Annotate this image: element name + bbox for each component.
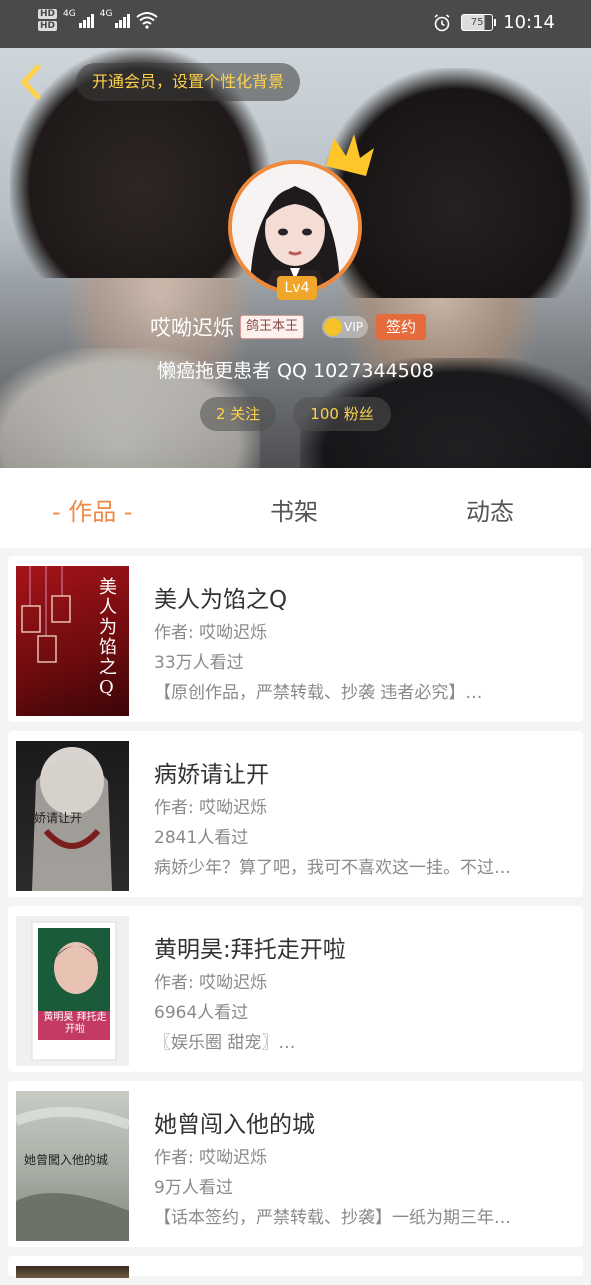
sign-badge: 签约 bbox=[376, 314, 427, 340]
book-views: 6964人看过 bbox=[154, 1003, 249, 1023]
alarm-icon bbox=[434, 13, 450, 31]
book-title: 她曾闯入他的城 bbox=[154, 1112, 315, 1138]
book-description: 〖娱乐圈 甜宠〗… bbox=[154, 1033, 296, 1053]
username: 哎呦迟烁 bbox=[150, 316, 234, 340]
list-item[interactable]: 她曾闖入他的城 她曾闯入他的城 作者: 哎呦迟烁 9万人看过 【话本签约，严禁转… bbox=[8, 1081, 583, 1247]
book-cover: 美人为馅之Q bbox=[16, 566, 129, 716]
book-author: 作者: 哎呦迟烁 bbox=[154, 1148, 268, 1168]
book-cover bbox=[16, 1266, 129, 1278]
book-views: 2841人看过 bbox=[154, 828, 249, 848]
hd-label-2: HD bbox=[38, 21, 58, 31]
chevron-left-icon bbox=[21, 64, 41, 100]
cover-title: 黄明昊 拜托走开啦 bbox=[43, 1012, 107, 1035]
bio: 懒癌拖更患者 QQ 1027344508 bbox=[157, 360, 434, 382]
tab-bar: - 作品 - 书架 动态 bbox=[0, 468, 591, 548]
book-cover: 病娇请让开 bbox=[16, 741, 129, 891]
status-left: HD HD 4G 4G bbox=[38, 9, 159, 31]
signal-icon-2 bbox=[115, 12, 131, 28]
list-item[interactable]: 美人为馅之Q 美人为馅之Q 作者: 哎呦迟烁 33万人看过 【原创作品，严禁转载… bbox=[8, 556, 583, 722]
network-type-2: 4G bbox=[99, 9, 113, 19]
list-item[interactable]: 黄明昊 拜托走开啦 黄明昊:拜托走开啦 作者: 哎呦迟烁 6964人看过 〖娱乐… bbox=[8, 906, 583, 1072]
book-description: 【原创作品，严禁转载、抄袭 违者必究】… bbox=[154, 683, 483, 703]
vip-background-button[interactable]: 开通会员，设置个性化背景 bbox=[76, 63, 301, 101]
list-item[interactable]: 病娇请让开 病娇请让开 作者: 哎呦迟烁 2841人看过 病娇少年？算了吧，我可… bbox=[8, 731, 583, 897]
title-badge: 鸽王本王 bbox=[240, 315, 305, 339]
book-author: 作者: 哎呦迟烁 bbox=[154, 798, 268, 818]
book-author: 作者: 哎呦迟烁 bbox=[154, 623, 268, 643]
book-views: 9万人看过 bbox=[154, 1178, 233, 1198]
avatar[interactable] bbox=[228, 134, 374, 294]
wifi-icon bbox=[136, 12, 159, 29]
book-list: 美人为馅之Q 美人为馅之Q 作者: 哎呦迟烁 33万人看过 【原创作品，严禁转载… bbox=[8, 556, 583, 1285]
battery-icon: 75 bbox=[461, 14, 497, 31]
level-badge: Lv4 bbox=[277, 276, 317, 300]
book-description: 病娇少年？算了吧，我可不喜欢这一挂。不过… bbox=[154, 858, 511, 878]
tab-news[interactable]: 动态 bbox=[466, 492, 514, 527]
list-item[interactable] bbox=[8, 1256, 583, 1278]
book-views: 33万人看过 bbox=[154, 653, 244, 673]
tab-works[interactable]: - 作品 - bbox=[52, 492, 133, 527]
book-title: 美人为馅之Q bbox=[154, 587, 288, 613]
cover-title: 病娇请让开 bbox=[22, 811, 83, 825]
crown-coin-icon bbox=[324, 318, 343, 336]
book-cover: 她曾闖入他的城 bbox=[16, 1091, 129, 1241]
book-description: 【话本签约，严禁转载、抄袭】一纸为期三年… bbox=[154, 1208, 511, 1228]
book-author: 作者: 哎呦迟烁 bbox=[154, 973, 268, 993]
cover-title: 美人为馅之Q bbox=[99, 577, 117, 698]
cover-title: 她曾闖入他的城 bbox=[24, 1153, 109, 1167]
vip-badge[interactable]: VIP bbox=[322, 316, 368, 338]
status-right: 75 10:14 bbox=[433, 12, 555, 33]
network-type-1: 4G bbox=[63, 9, 76, 19]
tab-shelf[interactable]: 书架 bbox=[270, 492, 318, 527]
clock: 10:14 bbox=[503, 12, 555, 33]
hd-label-1: HD bbox=[38, 9, 58, 19]
fans-count-button[interactable]: 100 粉丝 bbox=[293, 397, 391, 431]
book-cover: 黄明昊 拜托走开啦 bbox=[16, 916, 129, 1066]
hd-icon: HD HD bbox=[38, 9, 58, 31]
status-bar: HD HD 4G 4G 75 10:14 bbox=[0, 0, 591, 48]
cover-art bbox=[31, 921, 117, 1061]
vip-label: VIP bbox=[344, 320, 363, 334]
name-row: 哎呦迟烁 鸽王本王 VIP 签约 bbox=[150, 310, 427, 344]
signal-icon bbox=[78, 12, 94, 28]
book-title: 黄明昊:拜托走开啦 bbox=[154, 937, 346, 963]
crown-icon bbox=[326, 134, 374, 176]
follow-count-button[interactable]: 2 关注 bbox=[200, 397, 276, 431]
back-button[interactable] bbox=[16, 62, 50, 102]
book-title: 病娇请让开 bbox=[154, 762, 269, 788]
